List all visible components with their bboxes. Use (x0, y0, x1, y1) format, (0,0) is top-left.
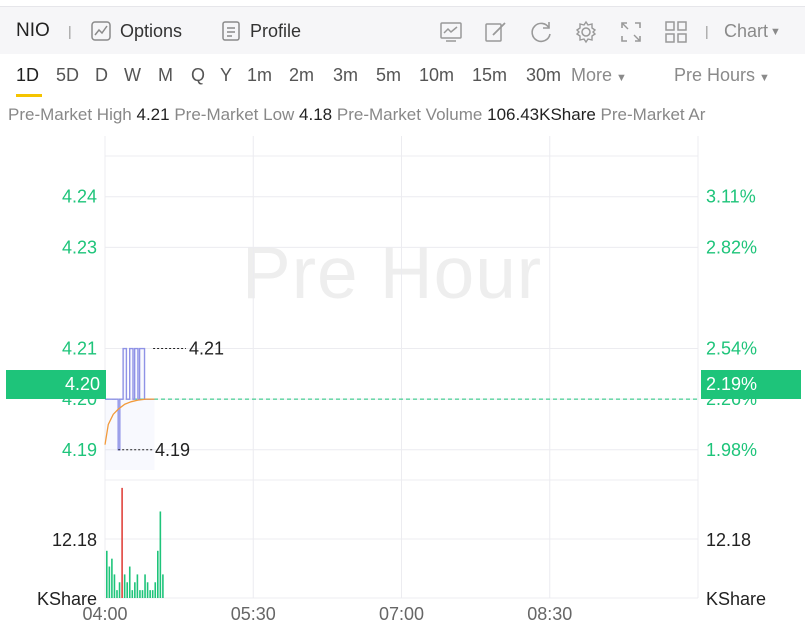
volume-bar (146, 582, 149, 598)
volume-bar (108, 566, 111, 598)
volume-bar (141, 590, 144, 598)
volume-bar (128, 566, 131, 598)
current-price-badge: 4.20 (6, 370, 106, 399)
volume-bar (157, 550, 159, 598)
chart-grid (104, 136, 699, 599)
min-price-label: 4.19 (155, 440, 190, 460)
volume-bar (139, 590, 141, 598)
volume-bar (136, 574, 139, 598)
time-tick-label: 05:30 (231, 604, 276, 624)
time-tick-label: 07:00 (379, 604, 424, 624)
volume-bar (154, 582, 157, 598)
percent-tick-label: 3.11% (706, 187, 756, 207)
volume-bar (134, 582, 136, 598)
volume-bar (121, 487, 123, 598)
volume-bar (151, 590, 154, 598)
volume-bar (144, 574, 146, 598)
max-price-label: 4.21 (189, 339, 224, 359)
volume-bar (159, 511, 162, 598)
current-percent-badge: 2.19% (701, 370, 801, 399)
time-tick-label: 08:30 (527, 604, 572, 624)
volume-tick-label: 12.18 (706, 530, 751, 550)
price-tick-label: 4.19 (62, 440, 97, 460)
volume-bar (113, 574, 116, 598)
volume-bar (131, 590, 134, 598)
volume-bar (149, 590, 151, 598)
time-tick-label: 04:00 (82, 604, 127, 624)
volume-bar (111, 558, 113, 598)
volume-tick-label: 12.18 (52, 530, 97, 550)
volume-unit-label: KShare (706, 589, 766, 609)
volume-bar (126, 582, 128, 598)
price-tick-label: 4.24 (62, 187, 97, 207)
percent-tick-label: 2.82% (706, 237, 757, 257)
volume-bar (123, 574, 126, 598)
price-chart[interactable]: 4.24 3.11%4.23 2.82%4.21 2.54%4.20 2.26%4.19… (0, 0, 805, 628)
price-tick-label: 4.21 (62, 339, 97, 359)
volume-bar (118, 582, 121, 598)
percent-tick-label: 1.98% (706, 440, 757, 460)
price-tick-label: 4.23 (62, 237, 97, 257)
volume-bar (106, 550, 108, 598)
percent-tick-label: 2.54% (706, 339, 757, 359)
volume-bars (106, 487, 164, 598)
volume-bar (116, 590, 118, 598)
volume-bar (162, 574, 164, 598)
